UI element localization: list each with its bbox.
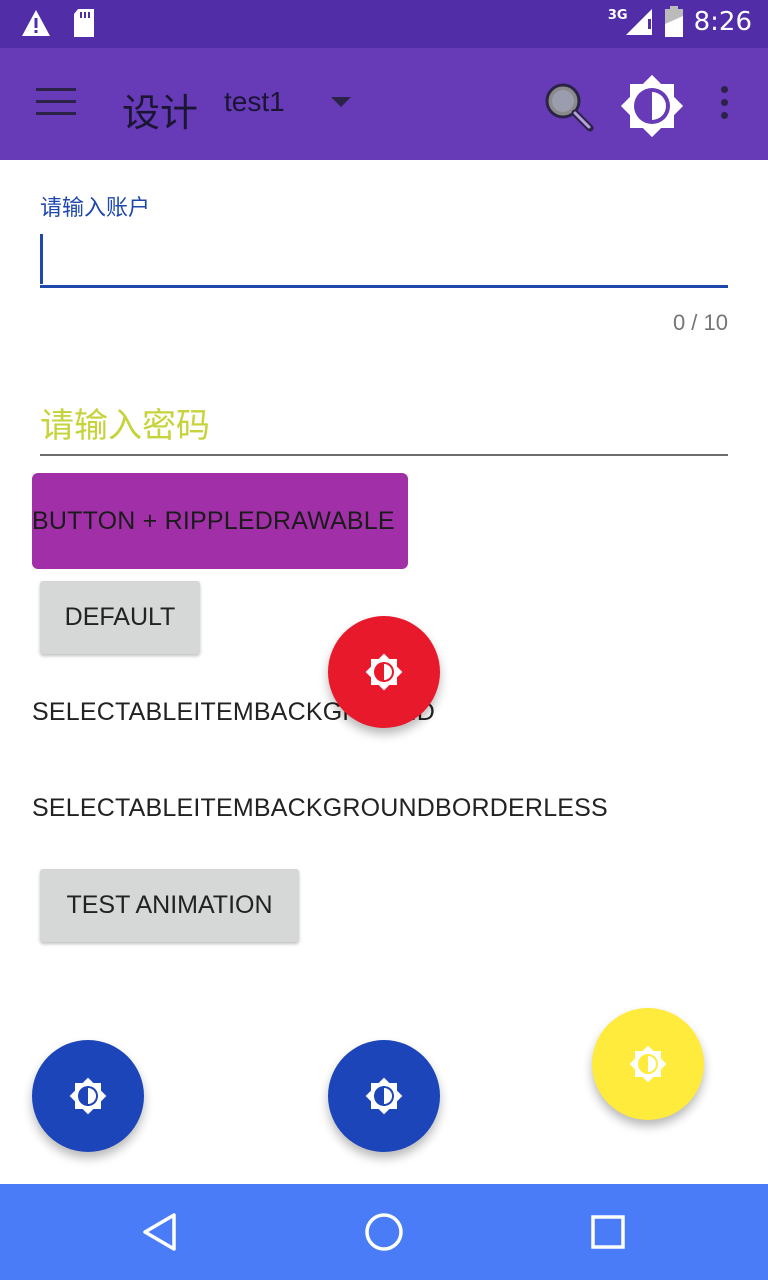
fab-blue-center[interactable] [328,1040,440,1152]
warning-icon [22,10,50,36]
test-animation-button[interactable]: TEST ANIMATION [40,869,299,942]
brightness-icon [365,1077,403,1115]
account-label: 请输入账户 [40,196,151,221]
account-counter: 0 / 10 [672,310,728,335]
home-icon[interactable] [364,1212,404,1252]
battery-icon [664,6,683,37]
system-nav-bar [0,1184,768,1280]
brightness-icon [69,1077,107,1115]
fab-blue-left[interactable] [32,1040,144,1152]
signal-icon [625,9,652,35]
search-icon[interactable] [542,80,594,132]
sd-card-icon [74,9,94,37]
status-time: 8:26 [693,7,752,37]
chevron-down-icon [330,97,351,107]
brightness-icon[interactable] [614,68,690,144]
fab-red[interactable] [328,616,440,728]
ripple-drawable-button[interactable]: BUTTON + RIPPLEDRAWABLE [32,473,408,569]
back-icon[interactable] [140,1212,180,1252]
password-input[interactable] [40,398,728,456]
toolbar-title: 设计 [122,91,199,135]
default-button[interactable]: DEFAULT [40,581,200,654]
spinner-value: test1 [224,86,285,117]
recents-icon[interactable] [588,1212,628,1252]
fab-yellow[interactable] [592,1008,704,1120]
toolbar-spinner[interactable]: test1 [224,86,351,118]
overflow-menu-icon[interactable] [710,86,738,126]
text-cursor [40,234,43,284]
account-input[interactable] [40,232,728,288]
toolbar: 设计 test1 [0,48,768,160]
status-bar: 3G 8:26 [0,0,768,48]
brightness-icon [365,653,403,691]
menu-icon[interactable] [36,88,76,120]
brightness-icon [629,1045,667,1083]
selectable-item-background-borderless-button[interactable]: SELECTABLEITEMBACKGROUNDBORDERLESS [32,794,608,823]
